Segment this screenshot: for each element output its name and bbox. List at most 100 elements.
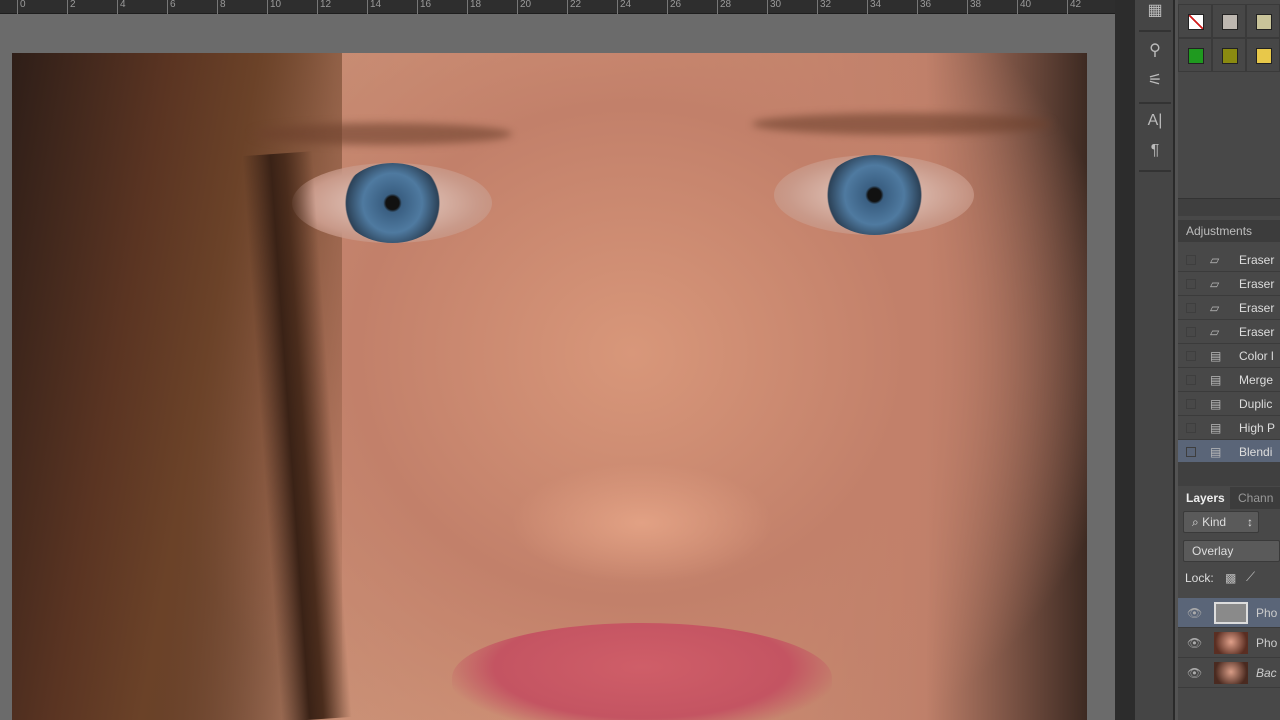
document-icon: ▤ (1210, 421, 1222, 435)
history-state-label: Eraser (1239, 253, 1275, 267)
horizontal-ruler: 0246810121416182022242628303234363840424 (0, 0, 1126, 14)
history-state[interactable]: ▤ High P (1178, 416, 1280, 440)
ruler-tick: 24 (617, 0, 631, 14)
history-state[interactable]: ▤ Color l (1178, 344, 1280, 368)
history-state[interactable]: ▱ Eraser (1178, 248, 1280, 272)
ruler-tick: 42 (1067, 0, 1081, 14)
eraser-icon: ▱ (1210, 301, 1220, 315)
layer-row[interactable]: 👁 Pho (1178, 598, 1280, 628)
photo-eye-left (292, 163, 492, 243)
eraser-icon: ▱ (1210, 253, 1220, 267)
history-state-label: Eraser (1239, 325, 1275, 339)
photo-eyebrow-right (752, 113, 1052, 135)
color-swatch[interactable] (1178, 38, 1212, 72)
ruler-tick: 4 (117, 0, 126, 14)
visibility-eye-icon[interactable]: 👁 (1187, 658, 1202, 688)
photo-eyebrow-left (252, 123, 512, 145)
ruler-tick: 8 (217, 0, 226, 14)
adjustments-tab[interactable]: Adjustments (1178, 220, 1280, 242)
photo-eye-right (774, 155, 974, 235)
document-icon: ▤ (1210, 397, 1222, 411)
ruler-tick: 38 (967, 0, 981, 14)
history-state-label: High P (1239, 421, 1276, 435)
document-icon: ▤ (1210, 373, 1222, 387)
snapshot-source-checkbox[interactable] (1186, 351, 1196, 361)
snapshot-source-checkbox[interactable] (1186, 279, 1196, 289)
history-state[interactable]: ▱ Eraser (1178, 320, 1280, 344)
right-panels: Adjustments ▱ Eraser ▱ Eraser ▱ Eraser ▱ Eraser… (1178, 0, 1280, 720)
history-state[interactable]: ▤ Duplic (1178, 392, 1280, 416)
ruler-tick: 16 (417, 0, 431, 14)
history-state[interactable]: ▱ Eraser (1178, 296, 1280, 320)
no-color-swatch[interactable] (1178, 4, 1212, 38)
history-state-label: Eraser (1239, 301, 1275, 315)
ruler-tick: 28 (717, 0, 731, 14)
layer-name: Bac (1256, 666, 1277, 680)
tab-channels[interactable]: Chann (1230, 487, 1280, 509)
ruler-tick: 34 (867, 0, 881, 14)
layer-row[interactable]: 👁 Pho (1178, 628, 1280, 658)
history-state-label: Merge (1239, 373, 1274, 387)
image-canvas[interactable] (12, 53, 1087, 720)
properties-icon[interactable]: ▦ (1135, 0, 1175, 20)
ruler-tick: 36 (917, 0, 931, 14)
ruler-tick: 18 (467, 0, 481, 14)
lock-transparent-pixels-icon[interactable]: ▩ (1225, 571, 1236, 585)
blend-mode-select[interactable]: Overlay (1183, 540, 1280, 562)
paragraph-icon[interactable]: ¶ (1135, 142, 1175, 160)
ruler-tick: 30 (767, 0, 781, 14)
history-state-label: Eraser (1239, 277, 1275, 291)
ruler-tick: 14 (367, 0, 381, 14)
ruler-tick: 0 (17, 0, 26, 14)
panel-divider[interactable] (1115, 0, 1135, 720)
ruler-tick: 20 (517, 0, 531, 14)
snapshot-source-checkbox[interactable] (1186, 399, 1196, 409)
ruler-tick: 6 (167, 0, 176, 14)
eraser-icon: ▱ (1210, 325, 1220, 339)
snapshot-source-checkbox[interactable] (1186, 375, 1196, 385)
snapshot-source-checkbox[interactable] (1186, 423, 1196, 433)
ruler-tick: 32 (817, 0, 831, 14)
history-state-label: Blendi (1239, 445, 1273, 459)
layer-thumbnail (1214, 662, 1248, 684)
panel-icon-dock: ▦ ⚲ ⚟ A| ¶ (1135, 0, 1175, 720)
layer-filter-kind-select[interactable]: ⌕ Kind ↕ (1183, 511, 1259, 533)
history-state[interactable]: ▱ Eraser (1178, 272, 1280, 296)
character-icon[interactable]: A| (1135, 112, 1175, 130)
ruler-tick: 12 (317, 0, 331, 14)
ruler-tick: 26 (667, 0, 681, 14)
brush-presets-icon[interactable]: ⚲ (1135, 40, 1175, 60)
lock-image-pixels-icon[interactable]: ⟋ (1246, 569, 1255, 585)
color-swatch[interactable] (1212, 38, 1246, 72)
chevron-updown-icon: ↕ (1247, 515, 1253, 529)
snapshot-source-checkbox[interactable] (1186, 327, 1196, 337)
tab-layers[interactable]: Layers (1178, 487, 1230, 509)
history-state-label: Duplic (1239, 397, 1273, 411)
ruler-tick: 40 (1017, 0, 1031, 14)
color-swatch[interactable] (1246, 38, 1280, 72)
ruler-tick: 22 (567, 0, 581, 14)
canvas-scroll-area[interactable] (1087, 53, 1115, 720)
history-state[interactable]: ▤ Merge (1178, 368, 1280, 392)
ruler-tick: 2 (67, 0, 76, 14)
history-state-label: Color l (1239, 349, 1274, 363)
visibility-eye-icon[interactable]: 👁 (1187, 628, 1202, 658)
lock-label: Lock: (1185, 571, 1214, 585)
layer-thumbnail (1214, 602, 1248, 624)
layer-name: Pho (1256, 606, 1278, 620)
color-swatch[interactable] (1246, 4, 1280, 38)
visibility-eye-icon[interactable]: 👁 (1187, 598, 1202, 628)
snapshot-source-checkbox[interactable] (1186, 303, 1196, 313)
color-swatch[interactable] (1212, 4, 1246, 38)
layer-row[interactable]: 👁 Bac (1178, 658, 1280, 688)
snapshot-source-checkbox[interactable] (1186, 447, 1196, 457)
ruler-tick: 10 (267, 0, 281, 14)
search-icon: ⌕ (1192, 515, 1203, 529)
tool-presets-icon[interactable]: ⚟ (1135, 70, 1175, 90)
photo-lips (452, 623, 832, 720)
layer-thumbnail (1214, 632, 1248, 654)
layer-name: Pho (1256, 636, 1278, 650)
snapshot-source-checkbox[interactable] (1186, 255, 1196, 265)
history-state[interactable]: ▤ Blendi (1178, 440, 1280, 464)
eraser-icon: ▱ (1210, 277, 1220, 291)
